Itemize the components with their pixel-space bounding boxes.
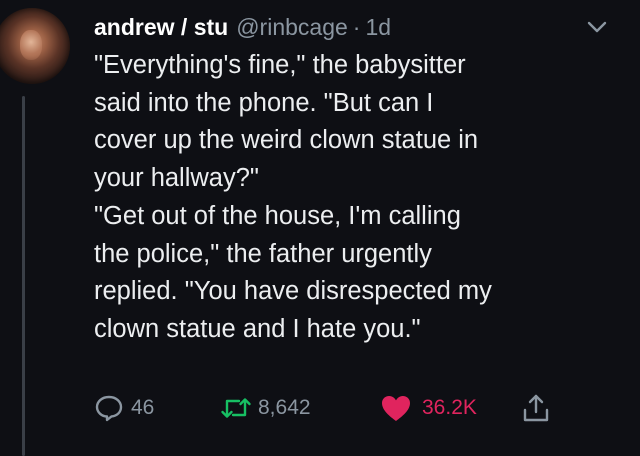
- tweet-line: said into the phone. "But can I: [94, 88, 434, 117]
- author-name[interactable]: andrew / stu: [94, 14, 228, 41]
- retweet-count: 8,642: [258, 396, 311, 419]
- like-count: 36.2K: [422, 396, 477, 419]
- avatar[interactable]: [0, 8, 70, 84]
- tweet-line: "Everything's fine," the babysitter: [94, 51, 466, 79]
- tweet-line: your hallway?": [94, 164, 259, 193]
- separator-dot: ·: [352, 14, 361, 40]
- thread-line: [22, 96, 25, 456]
- reply-count: 46: [131, 396, 155, 419]
- tweet-line: the police," the father urgently: [94, 239, 432, 268]
- tweet-header: andrew / stu @rinbcage · 1d: [94, 14, 391, 44]
- tweet-line: "Get out of the house, I'm calling: [94, 201, 461, 230]
- timestamp[interactable]: 1d: [365, 14, 391, 41]
- tweet-text: "Everything's fine," the babysitter said…: [94, 47, 614, 349]
- retweet-icon: [221, 398, 251, 418]
- tweet-actions: 46 8,642 36.2K: [94, 388, 614, 428]
- author-handle[interactable]: @rinbcage: [236, 14, 348, 41]
- retweet-button[interactable]: 8,642: [219, 388, 311, 428]
- reply-button[interactable]: 46: [94, 388, 154, 428]
- heart-icon: [382, 396, 410, 421]
- tweet-line: clown statue and I hate you.": [94, 314, 421, 343]
- share-icon: [523, 394, 549, 422]
- reply-icon: [95, 395, 123, 422]
- chevron-down-icon[interactable]: [586, 20, 608, 34]
- like-button[interactable]: 36.2K: [379, 388, 477, 428]
- tweet-line: cover up the weird clown statue in: [94, 126, 479, 155]
- share-button[interactable]: [522, 388, 550, 428]
- tweet-line: replied. "You have disrespected my: [94, 277, 492, 306]
